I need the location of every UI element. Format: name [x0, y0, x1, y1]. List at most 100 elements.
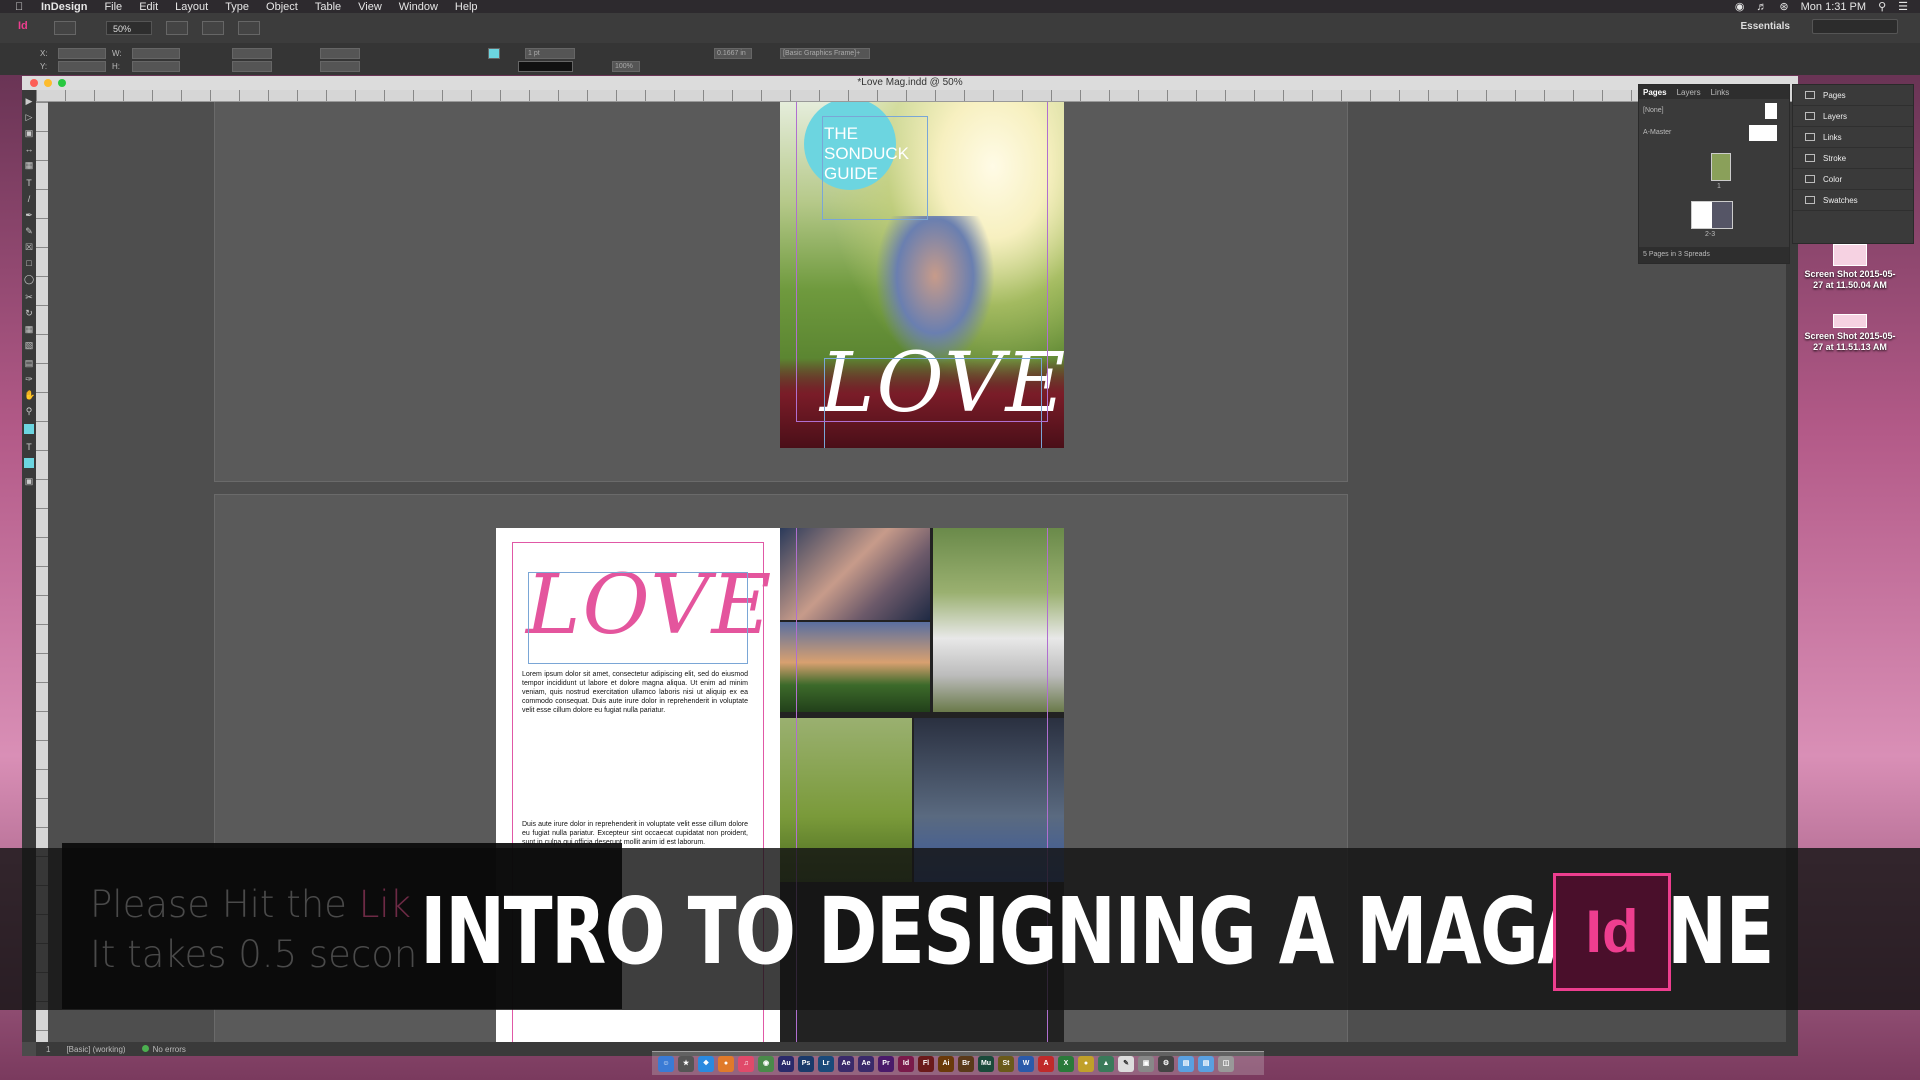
apple-icon[interactable]: : [15, 1, 29, 13]
none-master-thumb[interactable]: [1765, 103, 1777, 119]
screen-mode-button[interactable]: [202, 21, 224, 35]
free-transform-tool-icon[interactable]: ↻: [24, 308, 34, 318]
note-tool-icon[interactable]: ▤: [24, 358, 34, 368]
preflight-status[interactable]: No errors: [141, 1044, 186, 1054]
menu-table[interactable]: Table: [315, 1, 341, 13]
ellipse-tool-icon[interactable]: ◯: [24, 274, 34, 284]
zoom-tool-icon[interactable]: ⚲: [24, 406, 34, 416]
acrobat-icon[interactable]: A: [1038, 1055, 1054, 1072]
view-options-button[interactable]: [166, 21, 188, 35]
gradient-feather-tool-icon[interactable]: ▧: [24, 340, 34, 350]
gradient-tool-icon[interactable]: ▦: [24, 324, 34, 334]
none-master[interactable]: [None]: [1643, 107, 1664, 114]
muse-icon[interactable]: Mu: [978, 1055, 994, 1072]
page-1-thumb[interactable]: [1711, 153, 1731, 181]
trash-icon[interactable]: ◫: [1218, 1055, 1234, 1072]
dock-stroke[interactable]: Stroke: [1793, 148, 1913, 169]
pages-2-3-thumb[interactable]: [1691, 201, 1733, 229]
photoshop-icon[interactable]: Ps: [798, 1055, 814, 1072]
preflight-profile[interactable]: [Basic] (working): [66, 1045, 125, 1054]
menu-type[interactable]: Type: [225, 1, 249, 13]
bridge-button[interactable]: [54, 21, 76, 35]
scale-x-field[interactable]: [232, 48, 272, 59]
zoom-window-button[interactable]: [58, 79, 66, 87]
finder-icon[interactable]: ☺: [658, 1055, 674, 1072]
story-icon[interactable]: St: [998, 1055, 1014, 1072]
launchpad-icon[interactable]: ★: [678, 1055, 694, 1072]
tab-links[interactable]: Links: [1711, 88, 1730, 97]
menu-app[interactable]: InDesign: [41, 1, 87, 13]
scissors-tool-icon[interactable]: ✂: [24, 292, 34, 302]
folder-icon[interactable]: ▤: [1178, 1055, 1194, 1072]
system-preferences-icon[interactable]: ⚙: [1158, 1055, 1174, 1072]
spotlight-icon[interactable]: ⚲: [1878, 0, 1886, 13]
cover-page[interactable]: THE SONDUCK GUIDE LOVE: [780, 102, 1064, 448]
dock-pages[interactable]: Pages: [1793, 85, 1913, 106]
help-search-input[interactable]: [1812, 19, 1898, 34]
pencil-tool-icon[interactable]: ✎: [24, 226, 34, 236]
minimize-window-button[interactable]: [44, 79, 52, 87]
horizontal-ruler[interactable]: [36, 90, 1798, 102]
after-effects-icon[interactable]: Ae: [838, 1055, 854, 1072]
page-tool-icon[interactable]: ▣: [24, 128, 34, 138]
rectangle-tool-icon[interactable]: □: [24, 258, 34, 268]
rotate-field[interactable]: [320, 48, 360, 59]
ref-value-field[interactable]: 0.1667 in: [714, 48, 752, 59]
flash-icon[interactable]: Fl: [918, 1055, 934, 1072]
bridge-icon[interactable]: Br: [958, 1055, 974, 1072]
textedit-icon[interactable]: ✎: [1118, 1055, 1134, 1072]
desktop-file-2[interactable]: Screen Shot 2015-05-27 at 11.51.13 AM: [1800, 314, 1900, 353]
formatting-affects-icon[interactable]: T: [24, 442, 34, 452]
lightroom-icon[interactable]: Lr: [818, 1055, 834, 1072]
shear-field[interactable]: [320, 61, 360, 72]
app-store-icon[interactable]: ▲: [1098, 1055, 1114, 1072]
gap-tool-icon[interactable]: ↔: [24, 144, 34, 154]
menu-edit[interactable]: Edit: [139, 1, 158, 13]
word-icon[interactable]: W: [1018, 1055, 1034, 1072]
a-master[interactable]: A-Master: [1643, 129, 1671, 136]
pen-tool-icon[interactable]: ✒: [24, 210, 34, 220]
dock-swatches[interactable]: Swatches: [1793, 190, 1913, 211]
opacity-field[interactable]: 100%: [612, 61, 640, 72]
menu-window[interactable]: Window: [399, 1, 438, 13]
after-effects-2-icon[interactable]: Ae: [858, 1055, 874, 1072]
menu-object[interactable]: Object: [266, 1, 298, 13]
clock[interactable]: Mon 1:31 PM: [1801, 1, 1866, 13]
menu-file[interactable]: File: [104, 1, 122, 13]
wifi-icon[interactable]: ◉: [1735, 0, 1745, 13]
menu-help[interactable]: Help: [455, 1, 478, 13]
menu-view[interactable]: View: [358, 1, 382, 13]
indesign-dock-icon[interactable]: Id: [898, 1055, 914, 1072]
firefox-icon[interactable]: ●: [718, 1055, 734, 1072]
dock-links[interactable]: Links: [1793, 127, 1913, 148]
type-tool-icon[interactable]: T: [24, 178, 34, 188]
bluetooth-icon[interactable]: ⊛: [1779, 0, 1788, 13]
workspace-switcher[interactable]: Essentials: [1741, 21, 1790, 32]
desktop-file-1[interactable]: Screen Shot 2015-05-27 at 11.50.04 AM: [1800, 244, 1900, 291]
volume-icon[interactable]: ♬: [1756, 1, 1767, 13]
zoom-select[interactable]: 50%: [106, 21, 152, 35]
menu-layout[interactable]: Layout: [175, 1, 208, 13]
chrome-icon[interactable]: ◉: [758, 1055, 774, 1072]
itunes-icon[interactable]: ♫: [738, 1055, 754, 1072]
downloads-folder-icon[interactable]: ▤: [1198, 1055, 1214, 1072]
x-field[interactable]: [58, 48, 106, 59]
arrange-documents-button[interactable]: [238, 21, 260, 35]
scale-y-field[interactable]: [232, 61, 272, 72]
screen-mode-icon[interactable]: ▣: [24, 476, 34, 486]
content-collector-icon[interactable]: ▦: [24, 160, 34, 170]
illustrator-icon[interactable]: Ai: [938, 1055, 954, 1072]
apply-color-icon[interactable]: [24, 458, 34, 468]
w-field[interactable]: [132, 48, 180, 59]
h-field[interactable]: [132, 61, 180, 72]
direct-selection-tool-icon[interactable]: ▷: [24, 112, 34, 122]
tab-pages[interactable]: Pages: [1643, 88, 1667, 97]
body-text-frame[interactable]: Lorem ipsum dolor sit amet, consectetur …: [522, 670, 748, 715]
dock-layers[interactable]: Layers: [1793, 106, 1913, 127]
stroke-type-select[interactable]: [518, 61, 573, 72]
notes-icon[interactable]: ●: [1078, 1055, 1094, 1072]
object-style-select[interactable]: [Basic Graphics Frame]+: [780, 48, 870, 59]
page-number-field[interactable]: 1: [46, 1045, 50, 1054]
fill-stroke-swatch-icon[interactable]: [24, 424, 34, 434]
tab-layers[interactable]: Layers: [1677, 88, 1701, 97]
